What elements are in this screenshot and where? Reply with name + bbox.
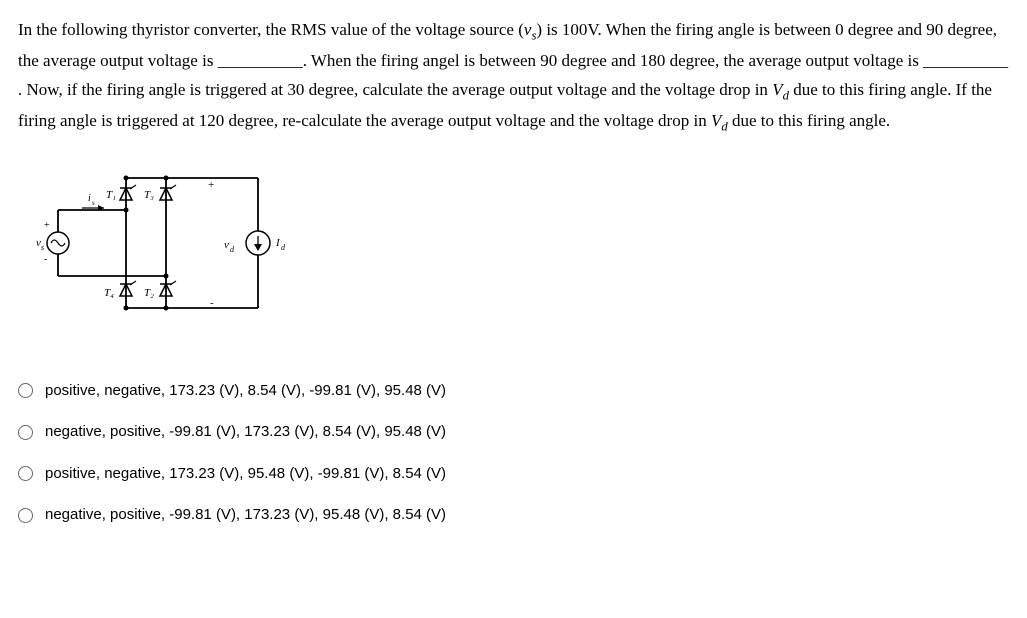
svg-text:v: v	[224, 239, 229, 251]
option-b-label: negative, positive, -99.81 (V), 173.23 (…	[45, 419, 446, 445]
option-a-label: positive, negative, 173.23 (V), 8.54 (V)…	[45, 378, 446, 404]
q-part6: due to this firing angle.	[728, 111, 890, 130]
radio-icon	[18, 508, 33, 523]
options-list: positive, negative, 173.23 (V), 8.54 (V)…	[18, 378, 1009, 528]
svg-text:T₂: T₂	[144, 287, 154, 299]
svg-text:T₄: T₄	[104, 287, 114, 299]
option-b[interactable]: negative, positive, -99.81 (V), 173.23 (…	[18, 419, 1009, 445]
vd-var2: V	[711, 111, 721, 130]
svg-text:T₃: T₃	[144, 189, 154, 201]
option-d-label: negative, positive, -99.81 (V), 173.23 (…	[45, 502, 446, 528]
q-part3: . When the firing angel is between 90 de…	[303, 51, 923, 70]
radio-icon	[18, 383, 33, 398]
option-c[interactable]: positive, negative, 173.23 (V), 95.48 (V…	[18, 461, 1009, 487]
blank2: __________	[923, 47, 1008, 76]
svg-text:+: +	[44, 220, 50, 231]
svg-text:i: i	[88, 193, 91, 204]
option-a[interactable]: positive, negative, 173.23 (V), 8.54 (V)…	[18, 378, 1009, 404]
svg-text:s: s	[41, 243, 44, 252]
svg-text:T₁: T₁	[106, 189, 116, 201]
radio-icon	[18, 466, 33, 481]
blank1: __________	[218, 47, 303, 76]
svg-text:-: -	[44, 254, 47, 265]
vd-var: V	[772, 80, 782, 99]
svg-text:d: d	[281, 243, 286, 252]
q-part1: In the following thyristor converter, th…	[18, 20, 524, 39]
q-part4: . Now, if the firing angle is triggered …	[18, 80, 772, 99]
svg-text:-: -	[210, 297, 214, 309]
svg-text:+: +	[208, 179, 214, 191]
circuit-diagram: v s + - i s T₁ T₄ T₃	[26, 158, 1009, 338]
option-c-label: positive, negative, 173.23 (V), 95.48 (V…	[45, 461, 446, 487]
radio-icon	[18, 425, 33, 440]
svg-text:s: s	[92, 199, 95, 207]
option-d[interactable]: negative, positive, -99.81 (V), 173.23 (…	[18, 502, 1009, 528]
svg-text:d: d	[230, 245, 235, 254]
question-text: In the following thyristor converter, th…	[18, 16, 1009, 138]
